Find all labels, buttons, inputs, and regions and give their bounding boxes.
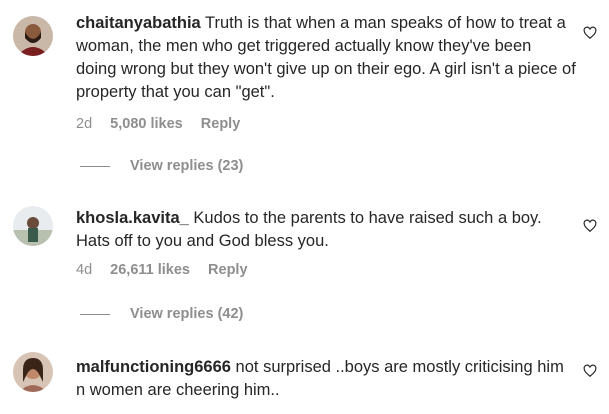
- comment-meta: 2d 5,080 likes Reply: [76, 116, 254, 132]
- heart-icon[interactable]: [583, 26, 597, 40]
- view-replies-label: View replies (23): [130, 158, 244, 174]
- heart-icon[interactable]: [583, 219, 597, 233]
- avatar[interactable]: [13, 206, 53, 246]
- comment-body: khosla.kavita_ Kudos to the parents to h…: [76, 207, 576, 253]
- reply-button[interactable]: Reply: [201, 116, 241, 132]
- divider: [80, 165, 110, 167]
- profile-photo-icon: [13, 352, 53, 392]
- reply-button[interactable]: Reply: [208, 262, 248, 278]
- likes-count[interactable]: 5,080 likes: [110, 116, 183, 132]
- likes-count[interactable]: 26,611 likes: [110, 262, 190, 278]
- avatar[interactable]: [13, 352, 53, 392]
- profile-photo-icon: [13, 16, 53, 56]
- avatar[interactable]: [13, 16, 53, 56]
- view-replies-button[interactable]: View replies (23): [80, 158, 243, 174]
- comment-meta: 4d 26,611 likes Reply: [76, 262, 262, 278]
- comment-body: malfunctioning6666 not surprised ..boys …: [76, 356, 576, 402]
- view-replies-label: View replies (42): [130, 306, 244, 322]
- comment-body: chaitanyabathia Truth is that when a man…: [76, 12, 576, 104]
- comment-age: 4d: [76, 262, 93, 278]
- comment-username[interactable]: malfunctioning6666: [76, 358, 231, 376]
- divider: [80, 313, 110, 315]
- comment-username[interactable]: khosla.kavita_: [76, 209, 189, 227]
- comment-username[interactable]: chaitanyabathia: [76, 14, 201, 32]
- comment-age: 2d: [76, 116, 93, 132]
- view-replies-button[interactable]: View replies (42): [80, 306, 243, 322]
- profile-photo-icon: [13, 206, 53, 246]
- heart-icon[interactable]: [583, 364, 597, 378]
